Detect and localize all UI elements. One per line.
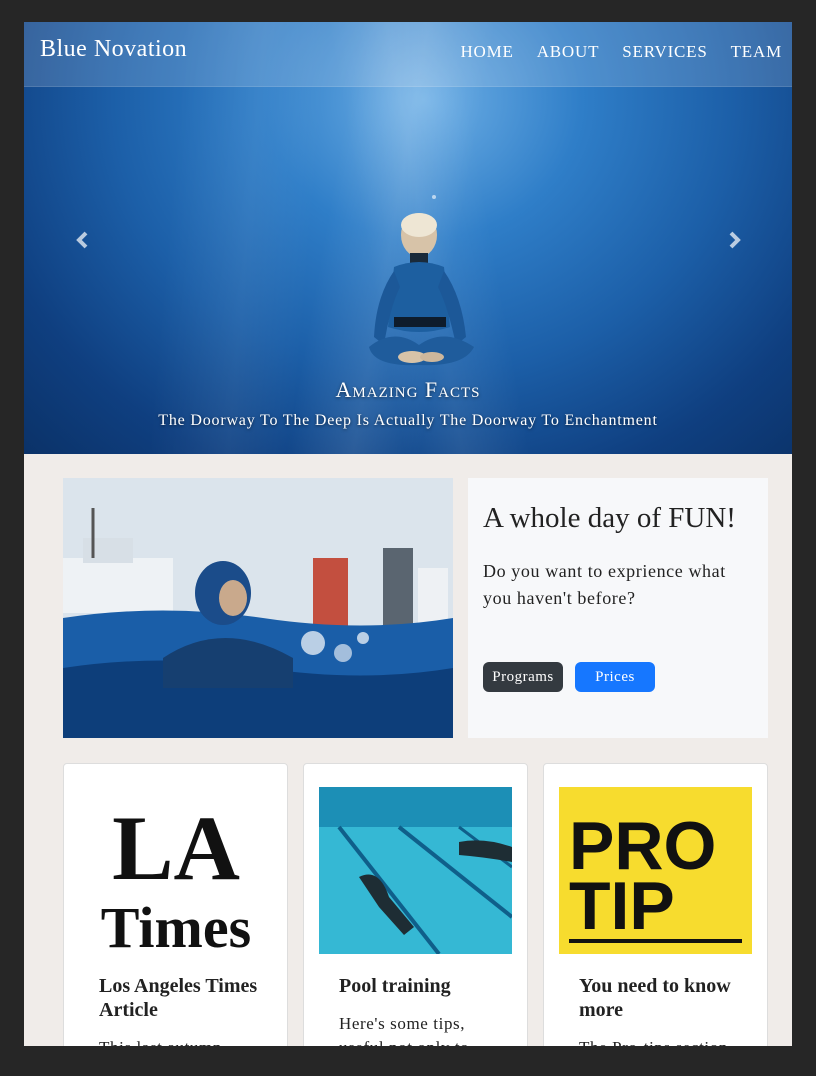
card-text: This last autumn [99, 1036, 259, 1046]
chevron-left-icon[interactable] [68, 225, 98, 255]
page: Blue Novation HOME ABOUT SERVICES TEAM A… [24, 22, 792, 1046]
navbar: Blue Novation HOME ABOUT SERVICES TEAM [24, 22, 792, 87]
card-text: The Pro-tips section [579, 1036, 739, 1046]
brand-logo[interactable]: Blue Novation [40, 36, 187, 63]
card-text: Here's some tips, useful not only to [339, 1014, 469, 1046]
programs-button[interactable]: Programs [483, 662, 563, 692]
card-title[interactable]: You need to know more [579, 974, 739, 1022]
carousel-caption-title: Amazing Facts [335, 377, 481, 402]
card-la-times[interactable]: LA Times Los Angeles Times Article This … [63, 763, 288, 1046]
freediver-image [369, 195, 474, 366]
pool-photo [319, 787, 512, 954]
card-title[interactable]: Los Angeles Times Article [99, 974, 259, 1022]
nav-services[interactable]: SERVICES [622, 42, 707, 62]
pro-tip-logo-bottom: TIP [569, 868, 675, 944]
la-times-logo: LA Times [79, 787, 272, 954]
card-pool-training[interactable]: Pool training Here's some tips, useful n… [303, 763, 528, 1046]
nav-team[interactable]: TEAM [731, 42, 782, 62]
la-times-logo-bottom: Times [101, 895, 251, 954]
feature-card: A whole day of FUN! Do you want to expri… [468, 478, 768, 738]
pro-tip-logo: PRO TIP [559, 787, 752, 954]
la-times-logo-top: LA [112, 797, 240, 899]
nav-about[interactable]: ABOUT [537, 42, 600, 62]
hero-carousel: Blue Novation HOME ABOUT SERVICES TEAM A… [24, 22, 792, 454]
carousel-caption-subtitle: The Doorway To The Deep Is Actually The … [158, 412, 658, 429]
nav-menu: HOME ABOUT SERVICES TEAM [460, 42, 782, 62]
prices-button[interactable]: Prices [575, 662, 655, 692]
nav-home[interactable]: HOME [460, 42, 513, 62]
chevron-right-icon[interactable] [719, 225, 749, 255]
card-title[interactable]: Pool training [339, 974, 499, 998]
card-pro-tip[interactable]: PRO TIP You need to know more The Pro-ti… [543, 763, 768, 1046]
diver-surface-photo [63, 478, 453, 738]
feature-text: Do you want to exprience what you haven'… [483, 561, 726, 608]
feature-title: A whole day of FUN! [483, 502, 736, 534]
